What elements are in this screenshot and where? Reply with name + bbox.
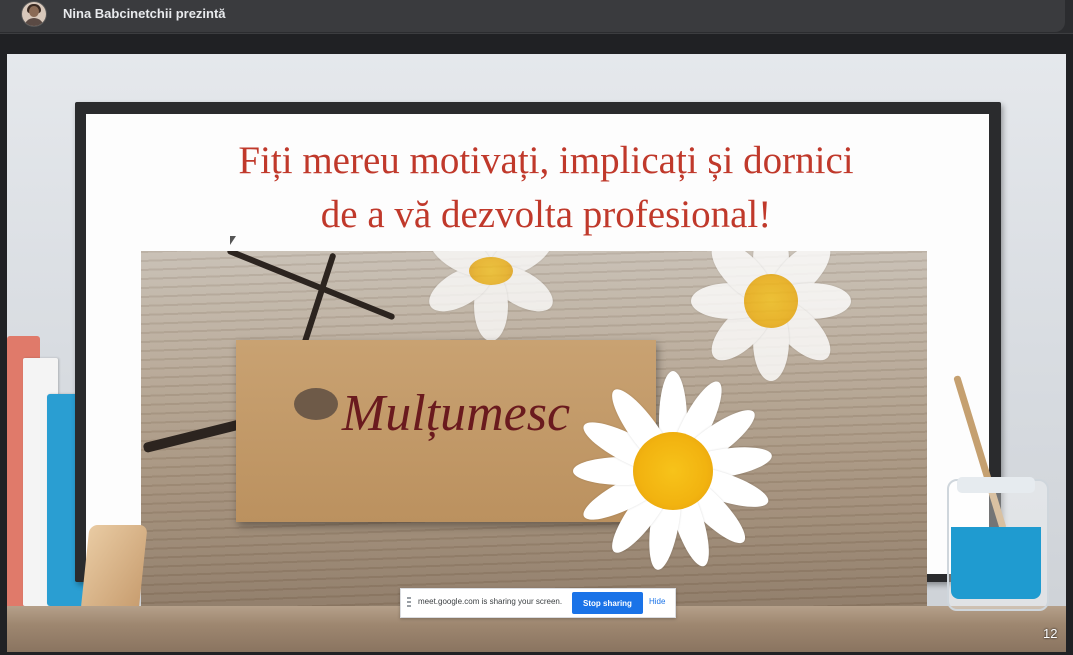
slide-title-line1: Fiți mereu motivați, implicați și dornic… xyxy=(238,139,854,182)
hide-link[interactable]: Hide xyxy=(649,597,665,606)
daisy-main xyxy=(573,371,774,572)
slide-page-number: 12 xyxy=(1043,626,1058,641)
avatar-shoulders xyxy=(24,18,44,26)
mouse-cursor-icon xyxy=(230,236,236,245)
avatar-head xyxy=(29,6,39,17)
daisy-blurred-right xyxy=(691,251,851,381)
presenter-bar: Nina Babcinetchii prezintă xyxy=(0,0,1073,34)
jar-neck xyxy=(957,477,1035,493)
shared-screen: Fiți mereu motivați, implicați și dornic… xyxy=(7,54,1066,652)
stop-sharing-button[interactable]: Stop sharing xyxy=(572,592,643,614)
presenter-avatar xyxy=(22,2,46,26)
screen-share-bar: meet.google.com is sharing your screen. … xyxy=(400,588,676,618)
slide-title-line2: de a vă dezvolta profesional! xyxy=(320,193,772,236)
slide-photo: Mulțumesc xyxy=(141,251,927,609)
decor-wood-block xyxy=(80,525,148,613)
share-message: meet.google.com is sharing your screen. xyxy=(418,597,563,606)
daisy-blurred-top xyxy=(421,251,561,341)
tag-text: Mulțumesc xyxy=(341,385,571,442)
slide-title: Fiți mereu motivați, implicați și dornic… xyxy=(176,134,916,242)
jar-water xyxy=(951,527,1041,599)
drag-handle-icon[interactable] xyxy=(407,597,411,609)
decor-water-jar xyxy=(947,477,1049,611)
presenter-name: Nina Babcinetchii prezintă xyxy=(63,6,226,21)
